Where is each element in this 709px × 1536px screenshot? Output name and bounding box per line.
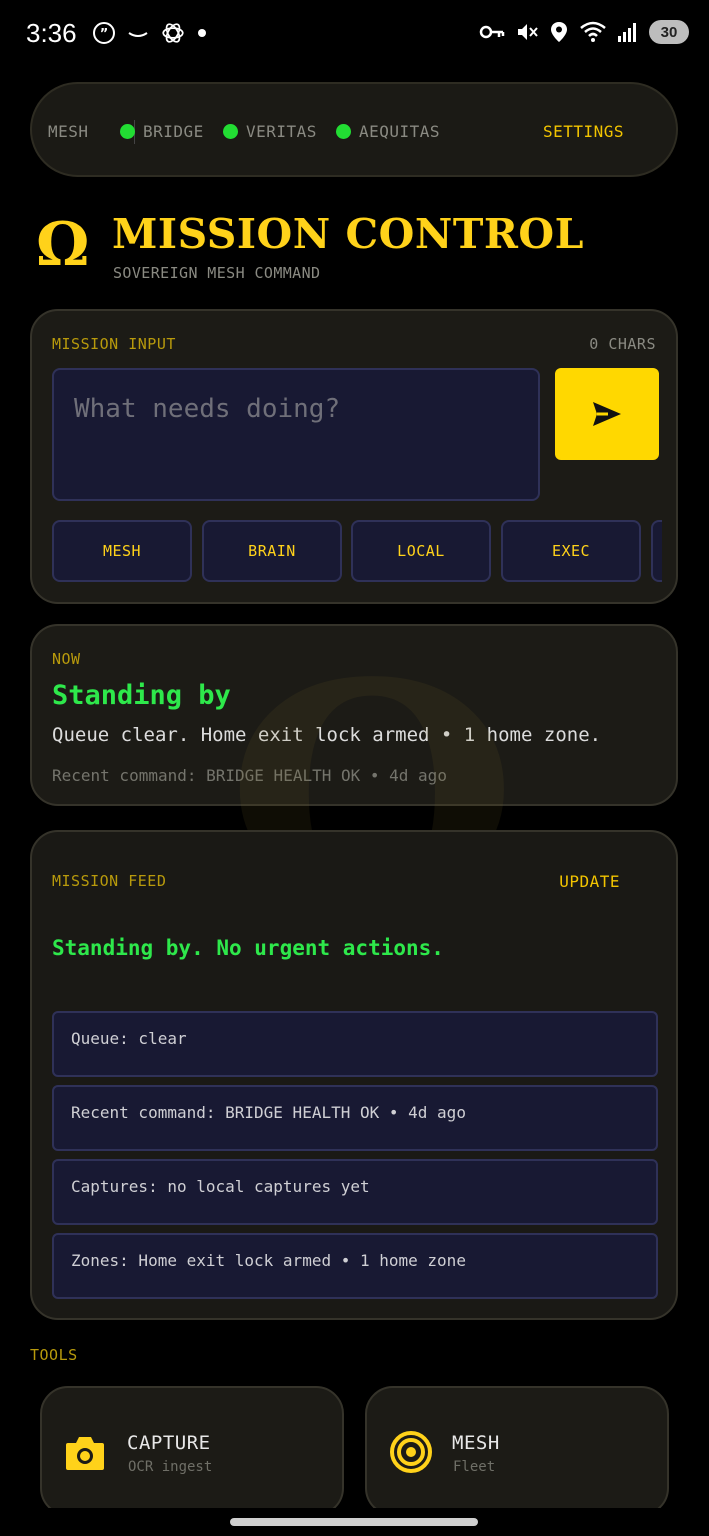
update-button[interactable]: UPDATE: [559, 872, 620, 891]
mesh-tool-card[interactable]: MESH Fleet: [365, 1386, 669, 1516]
wifi-icon: [580, 21, 606, 42]
camera-icon: [66, 1437, 104, 1470]
tool-name: MESH: [452, 1432, 500, 1454]
node-veritas[interactable]: VERITAS: [223, 122, 317, 141]
dot-icon: [198, 29, 206, 37]
mission-input-label: MISSION INPUT: [52, 335, 176, 353]
mode-mesh-button[interactable]: MESH: [52, 520, 192, 582]
node-bridge[interactable]: BRIDGE: [120, 122, 204, 141]
mission-input-card: MISSION INPUT 0 CHARS MESH BRAIN LOCAL E…: [30, 309, 678, 604]
mode-brain-button[interactable]: BRAIN: [202, 520, 342, 582]
node-label: VERITAS: [246, 122, 317, 141]
page-title: MISSION CONTROL: [112, 210, 584, 258]
feed-item: Zones: Home exit lock armed • 1 home zon…: [52, 1233, 658, 1299]
mission-feed-label: MISSION FEED: [52, 872, 167, 890]
battery-indicator: 30: [649, 20, 689, 44]
mode-overflow-button[interactable]: [651, 520, 662, 582]
mesh-label: MESH: [48, 122, 89, 141]
settings-button[interactable]: SETTINGS: [543, 122, 624, 141]
quote-icon: ”: [93, 22, 115, 44]
char-counter: 0 CHARS: [589, 335, 656, 353]
node-aequitas[interactable]: AEQUITAS: [336, 122, 440, 141]
capture-tool-card[interactable]: CAPTURE OCR ingest: [40, 1386, 344, 1516]
mesh-status-bar: MESH BRIDGE VERITAS AEQUITAS SETTINGS: [30, 82, 678, 177]
status-time: 3:36: [26, 18, 77, 48]
location-icon: [551, 22, 567, 42]
send-button[interactable]: [555, 368, 659, 460]
mode-exec-button[interactable]: EXEC: [501, 520, 641, 582]
target-icon: [390, 1431, 432, 1473]
amazon-smile-icon: [128, 32, 148, 37]
tool-subtitle: OCR ingest: [128, 1459, 213, 1475]
mission-feed-card: MISSION FEED UPDATE Standing by. No urge…: [30, 830, 678, 1320]
now-label: NOW: [52, 650, 81, 668]
feed-headline: Standing by. No urgent actions.: [52, 936, 444, 960]
status-dot-icon: [336, 124, 351, 139]
system-icons: 30: [479, 20, 689, 44]
tool-subtitle: Fleet: [453, 1459, 496, 1475]
status-dot-icon: [120, 124, 135, 139]
now-description: Queue clear. Home exit lock armed • 1 ho…: [52, 724, 602, 746]
notification-icons: ”: [92, 20, 208, 46]
send-icon: [593, 402, 621, 426]
chatgpt-icon: [162, 23, 184, 43]
now-card: NOW Standing by Queue clear. Home exit l…: [30, 624, 678, 806]
mission-textarea[interactable]: [52, 368, 540, 501]
mute-icon: [518, 24, 538, 40]
now-recent-command: Recent command: BRIDGE HEALTH OK • 4d ag…: [52, 766, 447, 785]
mode-selector: MESH BRAIN LOCAL EXEC: [52, 520, 662, 584]
node-label: AEQUITAS: [359, 122, 441, 141]
vpn-key-icon: [479, 25, 505, 39]
mode-local-button[interactable]: LOCAL: [351, 520, 491, 582]
status-bar: 3:36 ” 30: [0, 0, 709, 66]
omega-logo-icon: Ω: [36, 210, 90, 280]
tools-section-label: TOOLS: [30, 1346, 78, 1364]
feed-item: Captures: no local captures yet: [52, 1159, 658, 1225]
home-indicator[interactable]: [230, 1518, 478, 1526]
status-dot-icon: [223, 124, 238, 139]
feed-item: Queue: clear: [52, 1011, 658, 1077]
tool-name: CAPTURE: [127, 1432, 211, 1454]
page-subtitle: SOVEREIGN MESH COMMAND: [113, 264, 321, 282]
feed-item: Recent command: BRIDGE HEALTH OK • 4d ag…: [52, 1085, 658, 1151]
node-label: BRIDGE: [143, 122, 204, 141]
signal-icon: [618, 23, 636, 42]
now-status-title: Standing by: [52, 680, 231, 711]
svg-text:”: ”: [100, 27, 109, 42]
